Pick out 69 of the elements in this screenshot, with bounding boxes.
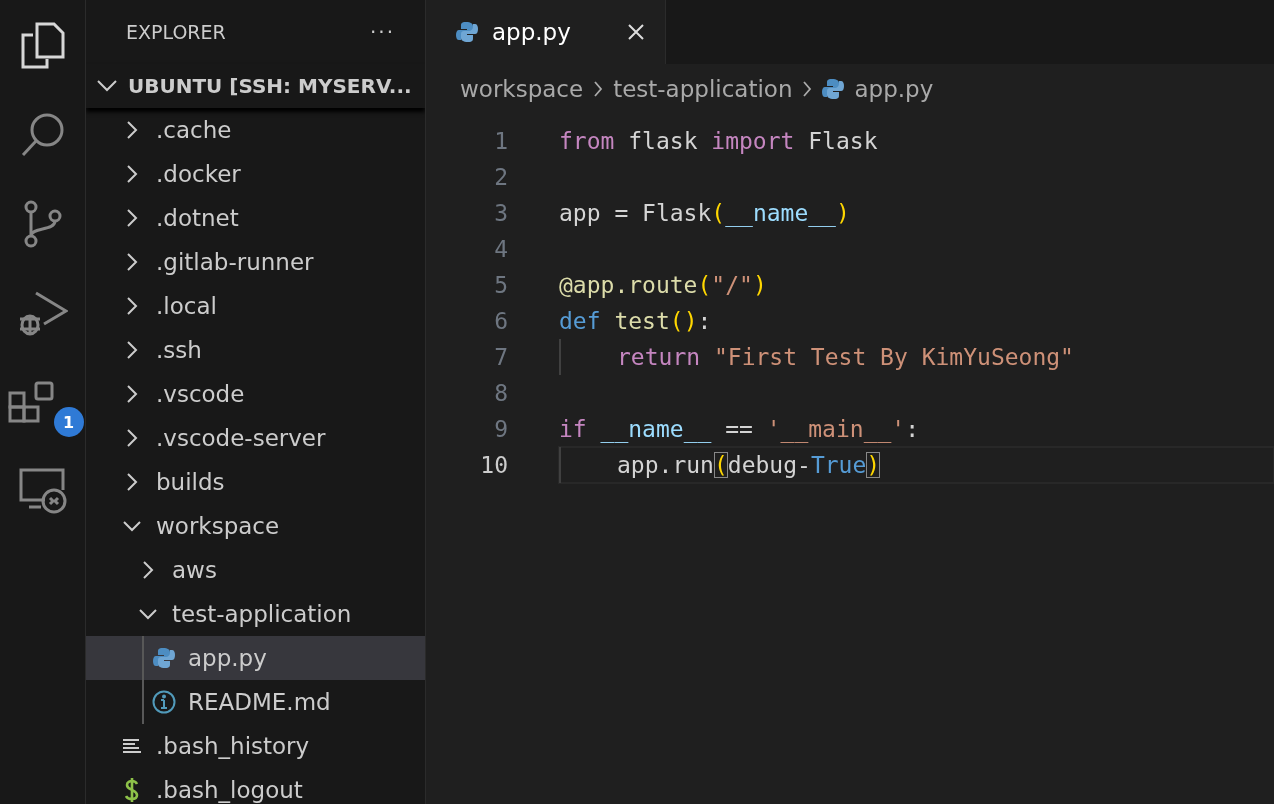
code-line: app.run(debug-True) [617, 452, 881, 478]
extensions-icon[interactable] [7, 381, 54, 423]
line-number: 10 [479, 452, 508, 478]
chevron-right-icon [126, 472, 138, 492]
code-line: app = Flask(__name__) [559, 200, 850, 226]
tree-item[interactable]: .local [86, 284, 425, 328]
tree-item[interactable]: .docker [86, 152, 425, 196]
tree-item[interactable]: workspace [86, 504, 425, 548]
chevron-right-icon [126, 428, 138, 448]
tree-item[interactable]: README.md [86, 680, 425, 724]
tree-item[interactable]: .cache [86, 108, 425, 152]
workspace-root-label[interactable]: UBUNTU [SSH: MYSERV... [128, 74, 412, 98]
line-number: 5 [493, 272, 508, 298]
breadcrumb-item[interactable]: app.py [854, 76, 934, 102]
tree-item[interactable]: .gitlab-runner [86, 240, 425, 284]
code-line: return "First Test By KimYuSeong" [617, 344, 1074, 370]
tree-item[interactable]: .vscode [86, 372, 425, 416]
line-number: 6 [493, 308, 508, 334]
tree-item[interactable]: .vscode-server [86, 416, 425, 460]
chevron-right-icon [142, 560, 154, 580]
breadcrumb-item[interactable]: test-application [613, 76, 793, 102]
more-actions-button[interactable]: ··· [369, 20, 395, 44]
chevron-right-icon [126, 340, 138, 360]
python-file-icon [153, 647, 175, 669]
chevron-right-icon [126, 208, 138, 228]
chevron-down-icon [138, 608, 158, 620]
tree-item[interactable]: builds [86, 460, 425, 504]
remote-explorer-icon[interactable] [18, 468, 67, 514]
line-number: 1 [493, 128, 508, 154]
chevron-down-icon [96, 79, 118, 93]
tree-item[interactable]: .bash_history [86, 724, 425, 768]
chevron-right-icon [126, 252, 138, 272]
chevron-right-icon [126, 384, 138, 404]
tree-item[interactable]: .dotnet [86, 196, 425, 240]
chevron-down-icon [122, 520, 142, 532]
files-icon[interactable] [20, 21, 65, 71]
breadcrumb-item[interactable]: workspace [460, 76, 584, 102]
text-lines-icon [123, 738, 141, 754]
tree-item[interactable]: .ssh [86, 328, 425, 372]
chevron-right-icon [126, 120, 138, 140]
code-line: from flask import Flask [559, 128, 878, 154]
chevron-right-icon [126, 296, 138, 316]
code-line: if __name__ == '__main__': [559, 416, 920, 442]
source-control-icon[interactable] [22, 200, 63, 248]
line-number: 8 [493, 380, 508, 406]
editor-tab[interactable]: app.py [426, 0, 666, 64]
tree-item[interactable]: .bash_logout [86, 768, 425, 804]
chevron-right-icon [802, 80, 813, 98]
line-number: 4 [493, 236, 508, 262]
line-number: 3 [493, 200, 508, 226]
python-file-icon [456, 21, 478, 43]
line-number: 7 [493, 344, 508, 370]
tree-item[interactable]: test-application [86, 592, 425, 636]
code-line: @app.route("/") [559, 272, 767, 298]
close-icon[interactable] [627, 23, 645, 41]
chevron-right-icon [126, 164, 138, 184]
explorer-title: EXPLORER [126, 21, 226, 43]
run-debug-icon[interactable] [17, 289, 68, 337]
line-number: 2 [493, 164, 508, 190]
info-icon [152, 690, 176, 714]
search-icon[interactable] [19, 112, 66, 158]
tree-item[interactable]: aws [86, 548, 425, 592]
line-number: 9 [493, 416, 508, 442]
chevron-right-icon [593, 80, 604, 98]
notification-badge: 1 [53, 407, 84, 437]
dollar-icon [125, 778, 139, 802]
tree-item[interactable]: app.py [86, 636, 425, 680]
code-line: def test(): [559, 308, 712, 334]
python-file-icon [822, 78, 845, 100]
